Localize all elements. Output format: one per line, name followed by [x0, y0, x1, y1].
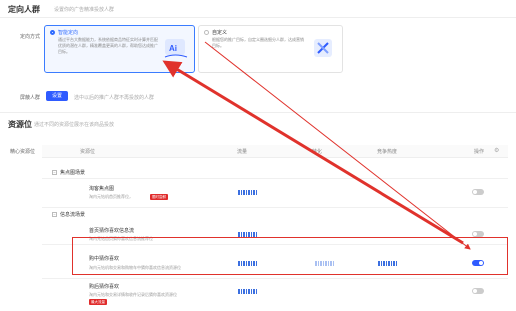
annotation-arrows: [162, 41, 471, 250]
